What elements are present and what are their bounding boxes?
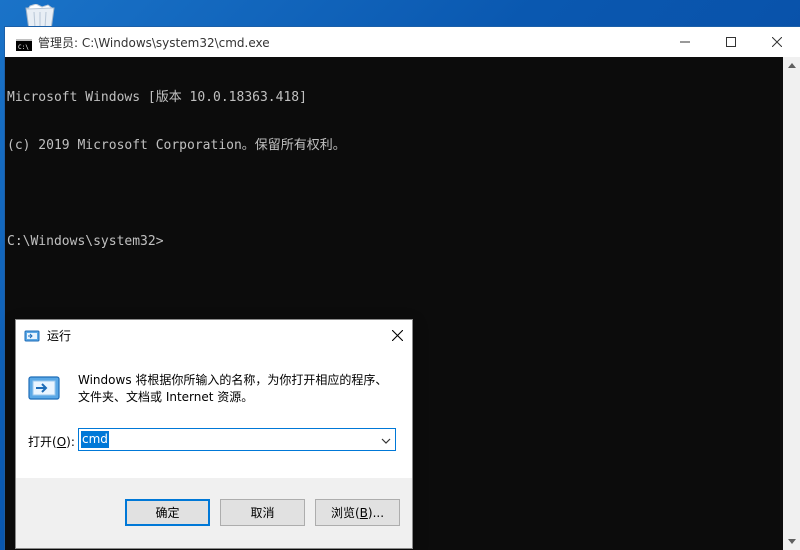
run-program-icon	[27, 375, 61, 401]
cmd-window-title: 管理员: C:\Windows\system32\cmd.exe	[38, 35, 270, 50]
run-close-button[interactable]	[382, 320, 412, 350]
open-input[interactable]: cmd	[81, 431, 109, 448]
run-description: Windows 将根据你所输入的名称，为你打开相应的程序、文件夹、文档或 Int…	[78, 373, 388, 404]
console-icon: C:\	[16, 36, 32, 51]
close-icon	[391, 329, 403, 341]
cmd-titlebar[interactable]: C:\ 管理员: C:\Windows\system32\cmd.exe	[5, 27, 800, 57]
close-button[interactable]	[754, 27, 800, 57]
chevron-down-icon	[787, 539, 796, 544]
run-dialog-titlebar[interactable]: 运行	[16, 320, 412, 350]
minimize-button[interactable]	[662, 27, 708, 57]
close-icon	[772, 37, 782, 47]
vertical-scrollbar[interactable]	[783, 57, 800, 550]
console-line: Microsoft Windows [版本 10.0.18363.418]	[7, 90, 307, 105]
open-combobox[interactable]: cmd	[78, 428, 396, 451]
run-dialog-title: 运行	[47, 328, 72, 343]
scroll-down-button[interactable]	[783, 533, 800, 550]
chevron-down-icon[interactable]	[380, 433, 392, 446]
cancel-button[interactable]: 取消	[220, 499, 305, 526]
maximize-icon	[726, 37, 736, 47]
open-label: 打开(O):	[28, 435, 75, 449]
svg-text:C:\: C:\	[18, 44, 29, 51]
run-icon	[24, 328, 40, 342]
browse-button[interactable]: 浏览(B)...	[315, 499, 400, 526]
console-line: (c) 2019 Microsoft Corporation。保留所有权利。	[7, 138, 346, 153]
chevron-up-icon	[787, 63, 796, 68]
scroll-up-button[interactable]	[783, 57, 800, 74]
run-dialog[interactable]: 运行 Windows 将根据你所输入的名称，为你打开相应的程序、文件夹、文档或 …	[16, 320, 412, 548]
run-dialog-footer: 确定 取消 浏览(B)...	[16, 478, 412, 548]
console-prompt: C:\Windows\system32>	[7, 234, 164, 249]
ok-button[interactable]: 确定	[125, 499, 210, 526]
maximize-button[interactable]	[708, 27, 754, 57]
minimize-icon	[680, 41, 690, 43]
